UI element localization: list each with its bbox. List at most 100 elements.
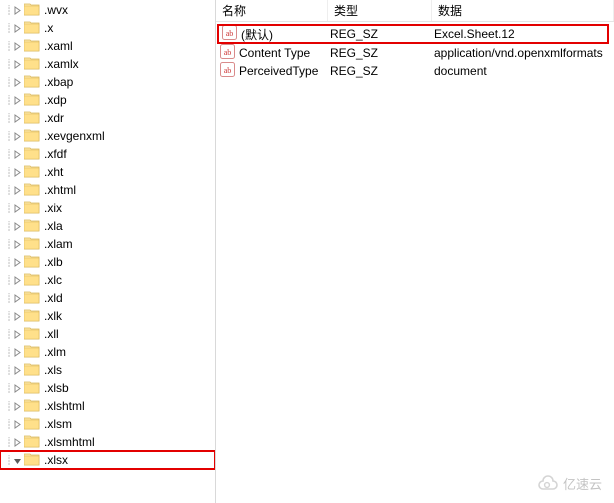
tree-item[interactable]: ┊.xld [0,289,215,307]
tree-item[interactable]: ┊.xbap [0,73,215,91]
chevron-right-icon[interactable] [12,401,23,412]
tree-item-label: .xdr [44,111,64,125]
folder-icon [24,308,44,325]
tree-item-label: .xlb [44,255,63,269]
tree-connector: ┊ [6,95,10,106]
folder-icon [24,434,44,451]
tree-item[interactable]: ┊.xlsb [0,379,215,397]
chevron-right-icon[interactable] [12,41,23,52]
column-header-name[interactable]: 名称 [216,0,328,21]
chevron-right-icon[interactable] [12,383,23,394]
chevron-right-icon[interactable] [12,257,23,268]
chevron-right-icon[interactable] [12,437,23,448]
tree-item[interactable]: ┊.xamlx [0,55,215,73]
registry-editor-window: ┊.wvx┊.x┊.xaml┊.xamlx┊.xbap┊.xdp┊.xdr┊.x… [0,0,614,503]
tree-connector: ┊ [6,221,10,232]
registry-value-row[interactable]: abContent TypeREG_SZapplication/vnd.open… [216,44,614,62]
chevron-right-icon[interactable] [12,203,23,214]
chevron-right-icon[interactable] [12,347,23,358]
folder-icon [24,272,44,289]
chevron-right-icon[interactable] [12,365,23,376]
column-header-type[interactable]: 类型 [328,0,432,21]
tree-item-label: .xevgenxml [44,129,105,143]
tree-item[interactable]: ┊ .xlb [0,253,215,271]
tree-item[interactable]: ┊.xaml [0,37,215,55]
watermark-text: 亿速云 [563,474,602,493]
chevron-right-icon[interactable] [12,419,23,430]
chevron-right-icon[interactable] [12,293,23,304]
tree-item[interactable]: ┊.xlk [0,307,215,325]
registry-value-row[interactable]: abPerceivedTypeREG_SZdocument [216,62,614,80]
string-value-icon: ab [222,25,241,43]
tree-connector: ┊ [6,257,10,268]
cloud-icon [537,475,559,493]
tree-item[interactable]: ┊.xlsmhtml [0,433,215,451]
tree-item[interactable]: ┊.xhtml [0,181,215,199]
chevron-right-icon[interactable] [12,5,23,16]
tree-item-label: .wvx [44,3,68,17]
tree-item[interactable]: ┊ .wvx [0,1,215,19]
folder-icon [24,74,44,91]
tree-item[interactable]: ┊.x [0,19,215,37]
tree-panel[interactable]: ┊.wvx┊.x┊.xaml┊.xamlx┊.xbap┊.xdp┊.xdr┊.x… [0,0,216,503]
folder-icon [24,2,44,19]
tree-item[interactable]: ┊ .xdr [0,109,215,127]
chevron-right-icon[interactable] [12,275,23,286]
column-header-data[interactable]: 数据 [432,0,614,21]
tree-item[interactable]: ┊.xlshtml [0,397,215,415]
tree-item-label: .xfdf [44,147,67,161]
tree-connector: ┊ [6,59,10,70]
tree-item[interactable]: ┊.xlc [0,271,215,289]
tree-connector: ┊ [6,77,10,88]
tree-item-label: .xlc [44,273,62,287]
value-name: Content Type [239,46,310,60]
tree-item[interactable]: ┊.xdp [0,91,215,109]
chevron-right-icon[interactable] [12,77,23,88]
string-value-icon: ab [220,62,239,80]
tree-item[interactable]: ┊.xlsx [0,451,215,469]
tree-item[interactable]: ┊.xlm [0,343,215,361]
tree-connector: ┊ [6,113,10,124]
watermark: 亿速云 [537,474,602,493]
tree-item[interactable]: ┊.xix [0,199,215,217]
chevron-right-icon[interactable] [12,167,23,178]
tree-item[interactable]: ┊.xls [0,361,215,379]
chevron-right-icon[interactable] [12,329,23,340]
tree-connector: ┊ [6,5,10,16]
chevron-right-icon[interactable] [12,23,23,34]
tree-item[interactable]: ┊.xlsm [0,415,215,433]
tree-item-label: .x [44,21,53,35]
chevron-right-icon[interactable] [12,185,23,196]
chevron-right-icon[interactable] [12,239,23,250]
tree-item[interactable]: ┊.xlam [0,235,215,253]
chevron-down-icon[interactable] [12,455,23,466]
folder-icon [24,416,44,433]
value-name: (默认) [241,26,273,43]
tree-item[interactable]: ┊.xla [0,217,215,235]
tree-connector: ┊ [6,131,10,142]
chevron-right-icon[interactable] [12,131,23,142]
tree-connector: ┊ [6,167,10,178]
chevron-right-icon[interactable] [12,149,23,160]
value-data: Excel.Sheet.12 [434,27,515,41]
chevron-right-icon[interactable] [12,59,23,70]
folder-icon [24,146,44,163]
folder-icon [24,128,44,145]
value-type: REG_SZ [330,46,378,60]
tree-item[interactable]: ┊.xll [0,325,215,343]
value-type: REG_SZ [330,64,378,78]
tree-item[interactable]: ┊.xfdf [0,145,215,163]
tree-connector: ┊ [6,383,10,394]
tree-connector: ┊ [6,239,10,250]
tree-item-label: .xls [44,363,62,377]
chevron-right-icon[interactable] [12,311,23,322]
tree-connector: ┊ [6,185,10,196]
chevron-right-icon[interactable] [12,95,23,106]
tree-item[interactable]: ┊.xht [0,163,215,181]
registry-value-row[interactable]: ab(默认)REG_SZExcel.Sheet.12 [218,25,608,43]
tree-item-label: .xlsx [44,453,68,467]
tree-item-label: .xlsmhtml [44,435,95,449]
tree-item[interactable]: ┊ .xevgenxml [0,127,215,145]
chevron-right-icon[interactable] [12,113,23,124]
chevron-right-icon[interactable] [12,221,23,232]
